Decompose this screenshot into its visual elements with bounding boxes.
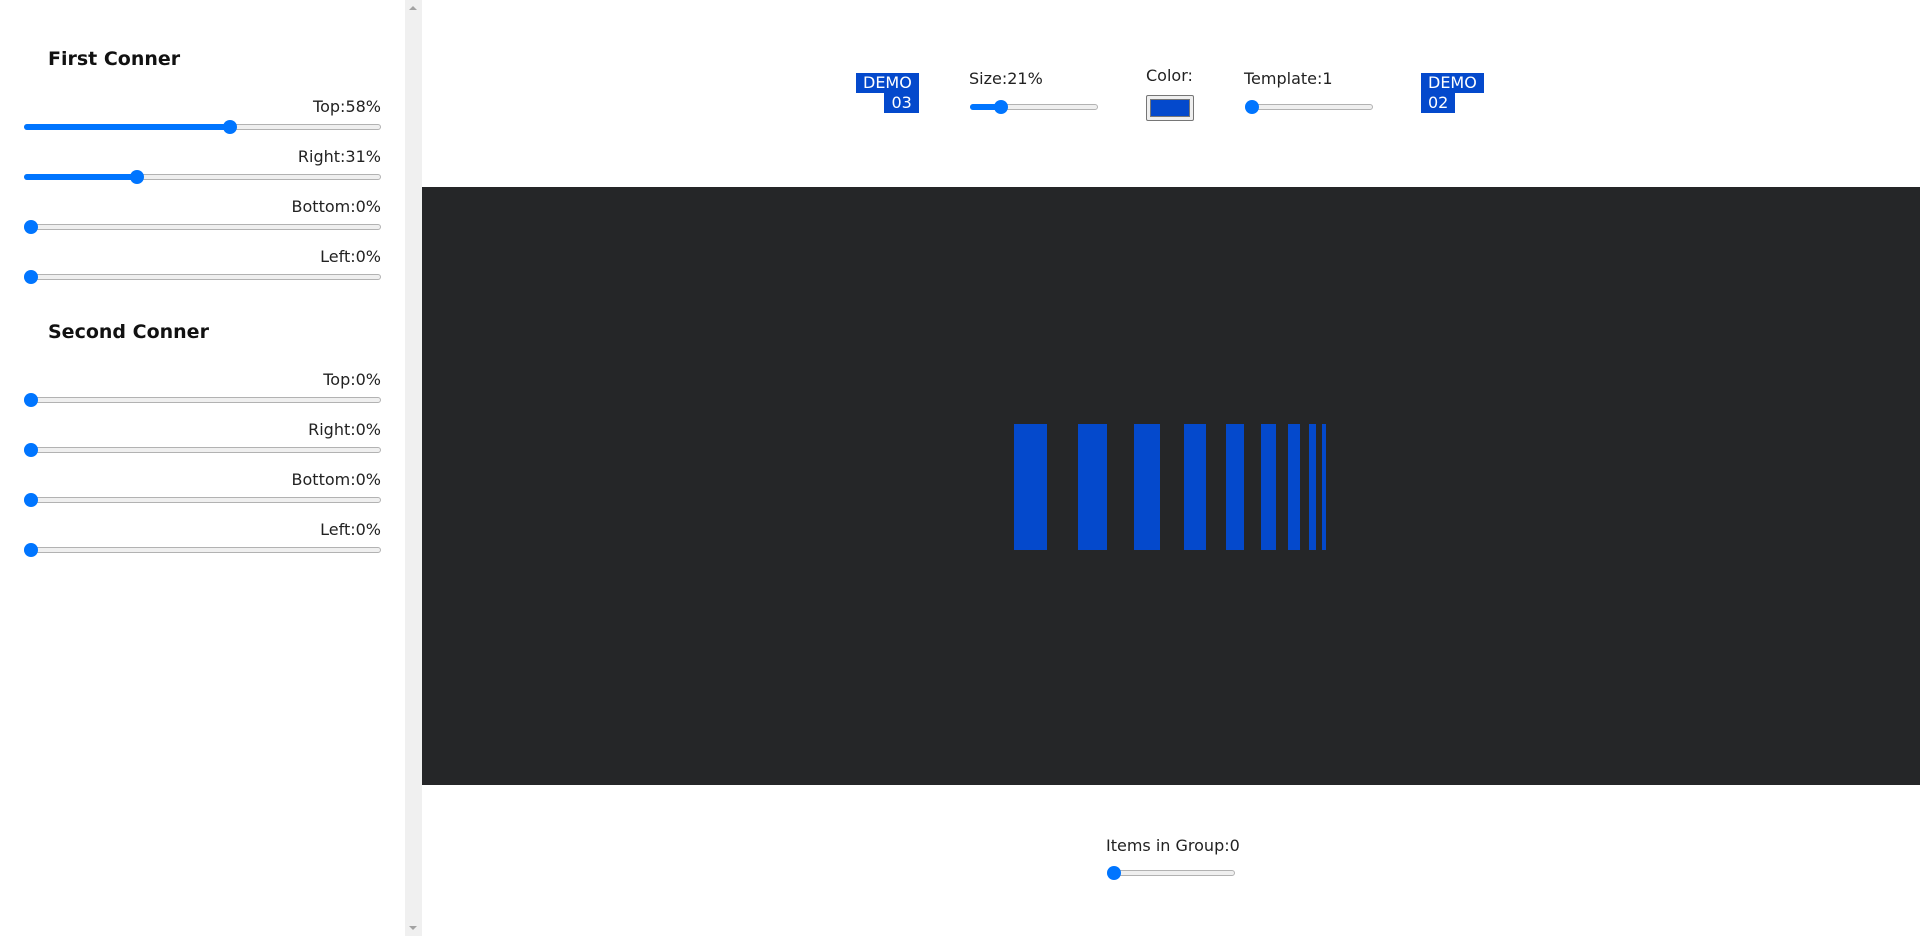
second-corner-left-slider[interactable]: Left:0% bbox=[24, 520, 381, 560]
preview-bar bbox=[1184, 424, 1206, 550]
second-corner-top-slider[interactable]: Top:0% bbox=[24, 370, 381, 410]
template-thumb[interactable] bbox=[1245, 100, 1259, 114]
preview-bar bbox=[1288, 424, 1300, 550]
toolbar: DEMO 03 Size:21% Color: Template:1 DEMO … bbox=[422, 0, 1920, 187]
second-corner-title: Second Conner bbox=[48, 321, 209, 343]
demo-02-button[interactable]: DEMO 02 bbox=[1421, 73, 1484, 113]
demo-03-line2: 03 bbox=[884, 93, 919, 113]
preview-bar bbox=[1309, 424, 1316, 550]
color-label: Color: bbox=[1146, 66, 1193, 85]
sidebar-scrollbar[interactable] bbox=[405, 0, 422, 936]
first-corner-right-thumb[interactable] bbox=[130, 170, 145, 184]
template-slider[interactable] bbox=[1245, 100, 1373, 114]
size-thumb[interactable] bbox=[993, 100, 1008, 114]
demo-03-line1: DEMO bbox=[856, 73, 919, 93]
size-label: Size:21% bbox=[969, 69, 1043, 88]
first-corner-left-label: Left:0% bbox=[320, 247, 381, 266]
first-corner-bottom-label: Bottom:0% bbox=[291, 197, 381, 216]
first-corner-top-thumb[interactable] bbox=[222, 120, 237, 134]
first-corner-bottom-slider[interactable]: Bottom:0% bbox=[24, 197, 381, 237]
color-swatch-fill bbox=[1150, 99, 1190, 117]
second-corner-bottom-track[interactable] bbox=[24, 497, 381, 503]
second-corner-right-thumb[interactable] bbox=[24, 443, 38, 457]
preview-bar bbox=[1322, 424, 1326, 550]
second-corner-bottom-thumb[interactable] bbox=[24, 493, 38, 507]
second-corner-top-label: Top:0% bbox=[323, 370, 381, 389]
items-in-group-label: Items in Group:0 bbox=[1106, 836, 1240, 855]
demo-02-line1: DEMO bbox=[1421, 73, 1484, 93]
scroll-down-arrow-icon[interactable] bbox=[409, 926, 417, 930]
preview-bar bbox=[1014, 424, 1047, 550]
second-corner-left-track[interactable] bbox=[24, 547, 381, 553]
first-corner-right-fill bbox=[24, 174, 138, 180]
scroll-up-arrow-icon[interactable] bbox=[409, 6, 417, 10]
preview-stage bbox=[422, 187, 1920, 785]
first-corner-bottom-thumb[interactable] bbox=[24, 220, 38, 234]
preview-bar bbox=[1226, 424, 1244, 550]
first-corner-top-slider[interactable]: Top:58% bbox=[24, 97, 381, 137]
first-corner-left-slider[interactable]: Left:0% bbox=[24, 247, 381, 287]
items-in-group-track[interactable] bbox=[1107, 870, 1235, 876]
first-corner-top-fill bbox=[24, 124, 230, 130]
color-picker[interactable] bbox=[1146, 95, 1194, 121]
items-in-group-slider[interactable] bbox=[1107, 866, 1235, 880]
first-corner-top-label: Top:58% bbox=[313, 97, 381, 116]
second-corner-top-thumb[interactable] bbox=[24, 393, 38, 407]
size-slider[interactable] bbox=[970, 100, 1098, 114]
second-corner-right-label: Right:0% bbox=[308, 420, 381, 439]
second-corner-left-label: Left:0% bbox=[320, 520, 381, 539]
second-corner-right-slider[interactable]: Right:0% bbox=[24, 420, 381, 460]
first-corner-left-thumb[interactable] bbox=[24, 270, 38, 284]
corner-settings-sidebar: First Conner Top:58% Right:31% Bottom:0% Le… bbox=[0, 0, 405, 936]
items-in-group-thumb[interactable] bbox=[1107, 866, 1121, 880]
first-corner-right-slider[interactable]: Right:31% bbox=[24, 147, 381, 187]
template-label: Template:1 bbox=[1244, 69, 1333, 88]
second-corner-right-track[interactable] bbox=[24, 447, 381, 453]
second-corner-bottom-label: Bottom:0% bbox=[291, 470, 381, 489]
first-corner-right-label: Right:31% bbox=[297, 147, 381, 166]
second-corner-top-track[interactable] bbox=[24, 397, 381, 403]
second-corner-bottom-slider[interactable]: Bottom:0% bbox=[24, 470, 381, 510]
template-track[interactable] bbox=[1245, 104, 1373, 110]
first-corner-bottom-track[interactable] bbox=[24, 224, 381, 230]
second-corner-left-thumb[interactable] bbox=[24, 543, 38, 557]
preview-bar bbox=[1078, 424, 1107, 550]
first-corner-title: First Conner bbox=[48, 48, 181, 70]
main-area: DEMO 03 Size:21% Color: Template:1 DEMO … bbox=[422, 0, 1920, 936]
preview-bar bbox=[1261, 424, 1276, 550]
first-corner-left-track[interactable] bbox=[24, 274, 381, 280]
demo-03-button[interactable]: DEMO 03 bbox=[856, 73, 919, 113]
preview-bar bbox=[1134, 424, 1160, 550]
demo-02-line2: 02 bbox=[1421, 93, 1456, 113]
